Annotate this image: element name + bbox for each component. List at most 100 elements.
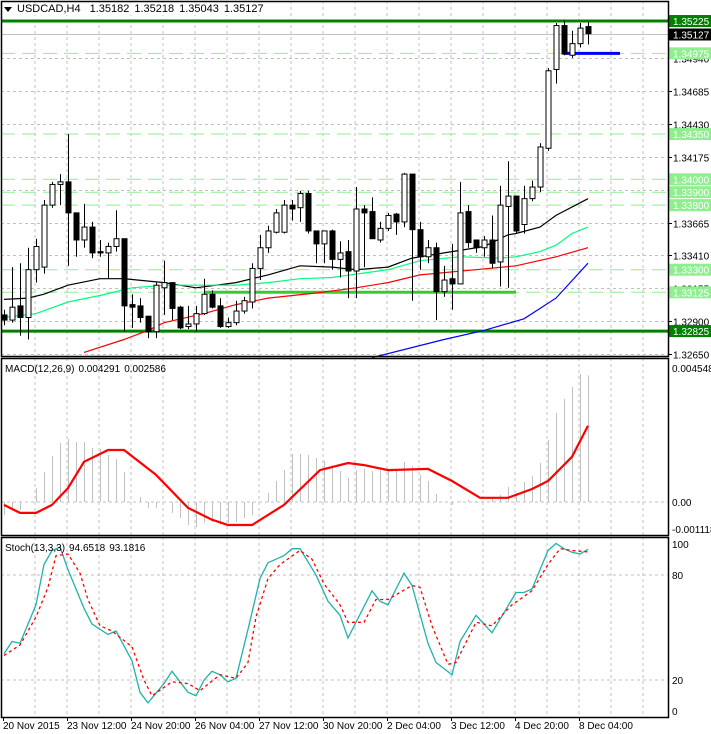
candle — [297, 190, 304, 222]
candle-body — [17, 305, 24, 319]
candle — [369, 197, 376, 240]
candle-body — [313, 230, 320, 245]
candle — [1, 309, 8, 326]
price-tick-label: 1.32650 — [673, 351, 710, 362]
time-axis-label: 2 Dec 04:00 — [387, 721, 441, 732]
candle-body — [185, 323, 192, 328]
candle-body — [153, 284, 160, 333]
candle-body — [209, 293, 216, 308]
candle — [353, 187, 360, 299]
candle-body — [425, 247, 432, 258]
candle-body — [537, 146, 544, 188]
level-price-label: 1.32825 — [673, 327, 710, 338]
time-axis-label: 23 Nov 12:00 — [67, 721, 127, 732]
candle-body — [569, 43, 576, 56]
stoch-header: Stoch(13,3,3) 94.6518 93.1816 — [5, 543, 146, 554]
candle-body — [489, 239, 496, 264]
panel-border — [0, 536, 670, 719]
stoch-header-signal: 93.1816 — [109, 543, 146, 554]
low-value: 1.35043 — [179, 3, 219, 15]
candle-body — [1, 314, 8, 321]
candle — [121, 238, 128, 332]
candle-body — [497, 204, 504, 263]
candle-body — [345, 251, 352, 272]
candle — [385, 212, 392, 231]
chart-header: USDCAD,H4 1.35182 1.35218 1.35043 1.3512… — [4, 3, 266, 15]
candle-body — [377, 227, 384, 241]
macd-axis-label: 0.00 — [672, 498, 692, 509]
candle — [281, 199, 288, 234]
candle-body — [361, 208, 368, 214]
candle-body — [553, 25, 560, 70]
macd-header-main: 0.004291 — [78, 364, 120, 375]
candle-body — [297, 192, 304, 209]
candle — [241, 296, 248, 314]
candle-body — [177, 306, 184, 329]
candle-body — [89, 226, 96, 254]
candle — [41, 199, 48, 274]
candle — [161, 260, 168, 315]
candle-body — [273, 212, 280, 233]
candle — [73, 212, 80, 257]
level-price-label: 1.35225 — [673, 17, 710, 28]
candle — [377, 221, 384, 243]
candle-body — [145, 315, 152, 333]
candle — [465, 205, 472, 248]
time-axis-label: 8 Dec 04:00 — [579, 721, 633, 732]
candle — [169, 282, 176, 321]
stoch-axis-label: 100 — [672, 540, 689, 551]
macd-header-name: MACD(12,26,9) — [5, 364, 74, 375]
candle — [361, 205, 368, 268]
candle — [433, 242, 440, 321]
candle-body — [529, 186, 536, 200]
open-value: 1.35182 — [89, 3, 130, 15]
dropdown-triangle-icon[interactable] — [4, 6, 12, 12]
candle-body — [321, 230, 328, 245]
symbol-timeframe: USDCAD,H4 — [17, 3, 81, 15]
time-axis-label: 26 Nov 04:00 — [195, 721, 255, 732]
time-axis-label: 27 Nov 12:00 — [259, 721, 319, 732]
candle — [473, 239, 480, 253]
candle-body — [161, 282, 168, 289]
candle-body — [393, 213, 400, 223]
candle-body — [9, 306, 16, 321]
chart-canvas[interactable]: 1.349401.346851.344301.341751.339201.336… — [0, 0, 711, 734]
time-axis-label: 4 Dec 20:00 — [515, 721, 569, 732]
candle-body — [305, 192, 312, 232]
candle — [217, 298, 224, 328]
candle-body — [481, 239, 488, 249]
candle-body — [585, 26, 592, 35]
candle-body — [121, 238, 128, 307]
candle-body — [265, 230, 272, 249]
candle — [153, 282, 160, 339]
candle — [497, 185, 504, 287]
candle-body — [81, 226, 88, 241]
high-value: 1.35218 — [134, 3, 175, 15]
stoch-axis-label: 20 — [672, 676, 684, 687]
candle — [201, 278, 208, 315]
candle-body — [521, 198, 528, 225]
macd-header-signal: 0.002586 — [124, 364, 166, 375]
stoch-axis-label: 80 — [672, 571, 684, 582]
candle-body — [137, 305, 144, 319]
candle-body — [401, 173, 408, 223]
candle-body — [513, 195, 520, 232]
candle-body — [193, 313, 200, 325]
candle — [313, 230, 320, 264]
candle-body — [201, 293, 208, 315]
candle-body — [433, 247, 440, 293]
stoch-main-line — [3, 542, 589, 704]
candle — [145, 315, 152, 339]
candle — [537, 143, 544, 193]
candle-body — [249, 267, 256, 303]
candle-body — [233, 310, 240, 324]
level-price-label: 1.34975 — [673, 49, 710, 60]
candle — [137, 298, 144, 323]
candle-body — [257, 247, 264, 269]
candle — [177, 305, 184, 330]
macd-signal-line — [3, 425, 589, 527]
candle-body — [225, 322, 232, 328]
moving-average-ma-long — [371, 262, 589, 359]
price-tick-label: 1.33665 — [673, 220, 710, 231]
candle-body — [105, 245, 112, 254]
